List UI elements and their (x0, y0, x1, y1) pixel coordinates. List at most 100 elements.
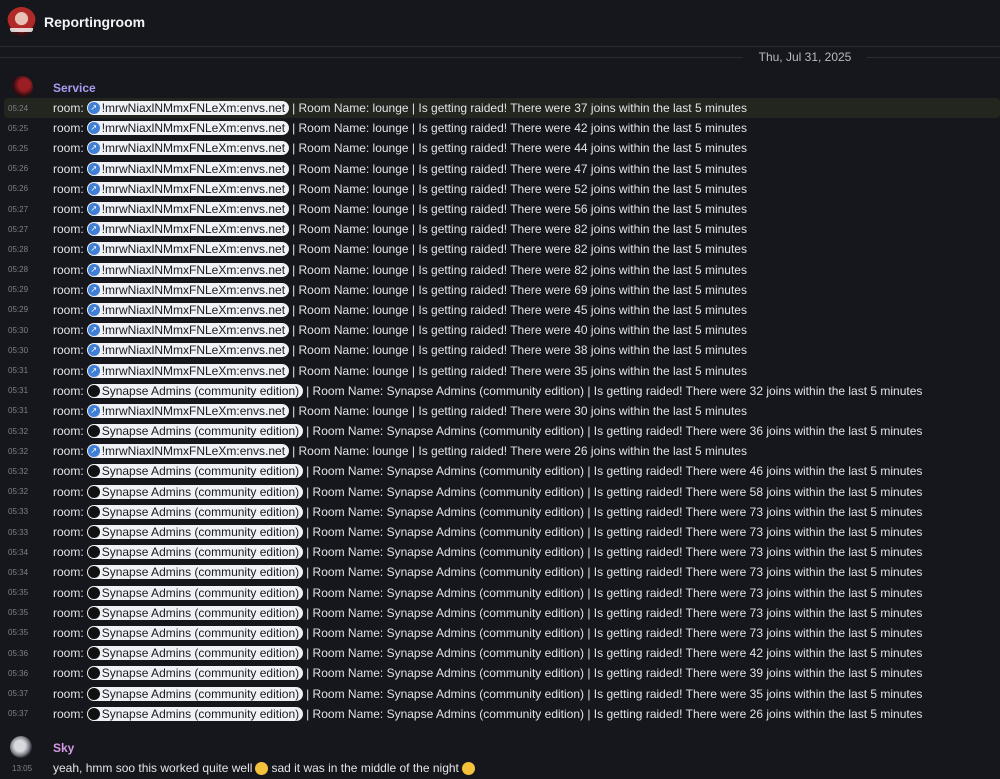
message-timestamp[interactable]: 05:26 (8, 164, 38, 173)
message-timestamp[interactable]: 05:31 (8, 366, 38, 375)
message-timestamp[interactable]: 13:05 (12, 764, 32, 773)
room-link-pill[interactable]: ↗ !mrwNiaxlNMmxFNLeXm:envs.net (86, 181, 290, 196)
message-timestamp[interactable]: 05:35 (8, 588, 38, 597)
room-pill-label: Synapse Admins (community edition) (101, 686, 300, 701)
room-prefix-label: room: (53, 262, 84, 277)
room-pill[interactable]: Synapse Admins (community edition) (86, 504, 304, 519)
room-avatar-icon (87, 647, 100, 660)
message-row: 05:26 room: ↗ !mrwNiaxlNMmxFNLeXm:envs.net |… (4, 159, 1000, 179)
room-link-pill[interactable]: ↗ !mrwNiaxlNMmxFNLeXm:envs.net (86, 444, 290, 459)
room-pill-label: !mrwNiaxlNMmxFNLeXm:envs.net (101, 101, 286, 116)
message-timestamp[interactable]: 05:32 (8, 487, 38, 496)
message-body: room: ↗ !mrwNiaxlNMmxFNLeXm:envs.net | Room… (53, 242, 747, 257)
message-text: | Room Name: lounge | Is getting raided!… (292, 101, 747, 116)
message-timestamp[interactable]: 05:34 (8, 568, 38, 577)
room-pill[interactable]: Synapse Admins (community edition) (86, 625, 304, 640)
message-row: 05:35 room: Synapse Admins (community edit… (4, 603, 1000, 623)
room-link-pill[interactable]: ↗ !mrwNiaxlNMmxFNLeXm:envs.net (86, 323, 290, 338)
room-link-pill[interactable]: ↗ !mrwNiaxlNMmxFNLeXm:envs.net (86, 343, 290, 358)
room-link-pill[interactable]: ↗ !mrwNiaxlNMmxFNLeXm:envs.net (86, 141, 290, 156)
message-timestamp[interactable]: 05:34 (8, 548, 38, 557)
date-separator: Thu, Jul 31, 2025 (0, 47, 1000, 67)
message-timestamp[interactable]: 05:29 (8, 305, 38, 314)
message-timestamp[interactable]: 05:32 (8, 447, 38, 456)
room-link-pill[interactable]: ↗ !mrwNiaxlNMmxFNLeXm:envs.net (86, 242, 290, 257)
message-timestamp[interactable]: 05:37 (8, 709, 38, 718)
message-timestamp[interactable]: 05:35 (8, 608, 38, 617)
message-timestamp[interactable]: 05:31 (8, 406, 38, 415)
room-avatar[interactable] (7, 7, 36, 36)
message-timestamp[interactable]: 05:33 (8, 507, 38, 516)
message-text: | Room Name: Synapse Admins (community e… (306, 706, 923, 721)
room-pill[interactable]: Synapse Admins (community edition) (86, 666, 304, 681)
message-timestamp[interactable]: 05:29 (8, 285, 38, 294)
room-link-pill[interactable]: ↗ !mrwNiaxlNMmxFNLeXm:envs.net (86, 403, 290, 418)
room-pill[interactable]: Synapse Admins (community edition) (86, 525, 304, 540)
room-prefix-label: room: (53, 585, 84, 600)
room-pill[interactable]: Synapse Admins (community edition) (86, 565, 304, 580)
room-prefix-label: room: (53, 302, 84, 317)
sky-avatar[interactable] (10, 736, 32, 758)
room-prefix-label: room: (53, 686, 84, 701)
message-timestamp[interactable]: 05:32 (8, 467, 38, 476)
message-timestamp[interactable]: 05:25 (8, 144, 38, 153)
room-link-pill[interactable]: ↗ !mrwNiaxlNMmxFNLeXm:envs.net (86, 222, 290, 237)
room-pill[interactable]: Synapse Admins (community edition) (86, 545, 304, 560)
message-row: 05:28 room: ↗ !mrwNiaxlNMmxFNLeXm:envs.net |… (4, 260, 1000, 280)
room-link-pill[interactable]: ↗ !mrwNiaxlNMmxFNLeXm:envs.net (86, 121, 290, 136)
room-link-pill[interactable]: ↗ !mrwNiaxlNMmxFNLeXm:envs.net (86, 161, 290, 176)
message-timestamp[interactable]: 05:27 (8, 225, 38, 234)
room-pill-label: !mrwNiaxlNMmxFNLeXm:envs.net (101, 323, 286, 338)
room-link-pill[interactable]: ↗ !mrwNiaxlNMmxFNLeXm:envs.net (86, 282, 290, 297)
message-timestamp[interactable]: 05:24 (8, 104, 38, 113)
message-body: room: ↗ !mrwNiaxlNMmxFNLeXm:envs.net | Room… (53, 323, 747, 338)
room-link-pill[interactable]: ↗ !mrwNiaxlNMmxFNLeXm:envs.net (86, 262, 290, 277)
room-link-pill[interactable]: ↗ !mrwNiaxlNMmxFNLeXm:envs.net (86, 302, 290, 317)
message-timestamp[interactable]: 05:31 (8, 386, 38, 395)
room-pill[interactable]: Synapse Admins (community edition) (86, 706, 304, 721)
room-pill[interactable]: Synapse Admins (community edition) (86, 464, 304, 479)
message-timestamp[interactable]: 05:33 (8, 528, 38, 537)
room-title[interactable]: Reportingroom (44, 14, 145, 30)
room-pill-label: Synapse Admins (community edition) (101, 585, 300, 600)
message-row: 05:35 room: Synapse Admins (community edit… (4, 583, 1000, 603)
message-timestamp[interactable]: 05:28 (8, 265, 38, 274)
room-pill-label: Synapse Admins (community edition) (101, 504, 300, 519)
room-avatar-icon (87, 626, 100, 639)
message-body: room: Synapse Admins (community edition) |… (53, 545, 922, 560)
room-pill-label: Synapse Admins (community edition) (101, 464, 300, 479)
room-pill[interactable]: Synapse Admins (community edition) (86, 484, 304, 499)
room-pill-label: !mrwNiaxlNMmxFNLeXm:envs.net (101, 141, 286, 156)
message-timestamp[interactable]: 05:25 (8, 124, 38, 133)
grinning-sweat-emoji-icon (255, 761, 269, 775)
room-prefix-label: room: (53, 343, 84, 358)
message-timestamp[interactable]: 05:32 (8, 427, 38, 436)
sender-name-service[interactable]: Service (53, 81, 96, 95)
message-timestamp[interactable]: 05:30 (8, 326, 38, 335)
room-pill[interactable]: Synapse Admins (community edition) (86, 424, 304, 439)
room-pill[interactable]: Synapse Admins (community edition) (86, 605, 304, 620)
room-pill[interactable]: Synapse Admins (community edition) (86, 383, 304, 398)
room-avatar-icon (87, 586, 100, 599)
room-pill[interactable]: Synapse Admins (community edition) (86, 585, 304, 600)
message-timestamp[interactable]: 05:30 (8, 346, 38, 355)
room-link-pill[interactable]: ↗ !mrwNiaxlNMmxFNLeXm:envs.net (86, 363, 290, 378)
service-avatar[interactable] (11, 76, 33, 98)
message-timestamp[interactable]: 05:37 (8, 689, 38, 698)
message-timestamp[interactable]: 05:35 (8, 628, 38, 637)
link-icon: ↗ (87, 364, 100, 377)
message-timestamp[interactable]: 05:36 (8, 649, 38, 658)
message-timestamp[interactable]: 05:28 (8, 245, 38, 254)
room-pill[interactable]: Synapse Admins (community edition) (86, 646, 304, 661)
room-link-pill[interactable]: ↗ !mrwNiaxlNMmxFNLeXm:envs.net (86, 202, 290, 217)
sender-name-sky[interactable]: Sky (53, 741, 74, 755)
message-timestamp[interactable]: 05:26 (8, 184, 38, 193)
message-body: room: ↗ !mrwNiaxlNMmxFNLeXm:envs.net | Room… (53, 363, 747, 378)
room-avatar-icon (87, 425, 100, 438)
message-body: room: ↗ !mrwNiaxlNMmxFNLeXm:envs.net | Room… (53, 282, 747, 297)
message-timestamp[interactable]: 05:27 (8, 205, 38, 214)
message-body: room: ↗ !mrwNiaxlNMmxFNLeXm:envs.net | Room… (53, 161, 747, 176)
room-pill[interactable]: Synapse Admins (community edition) (86, 686, 304, 701)
room-link-pill[interactable]: ↗ !mrwNiaxlNMmxFNLeXm:envs.net (86, 101, 290, 116)
message-timestamp[interactable]: 05:36 (8, 669, 38, 678)
